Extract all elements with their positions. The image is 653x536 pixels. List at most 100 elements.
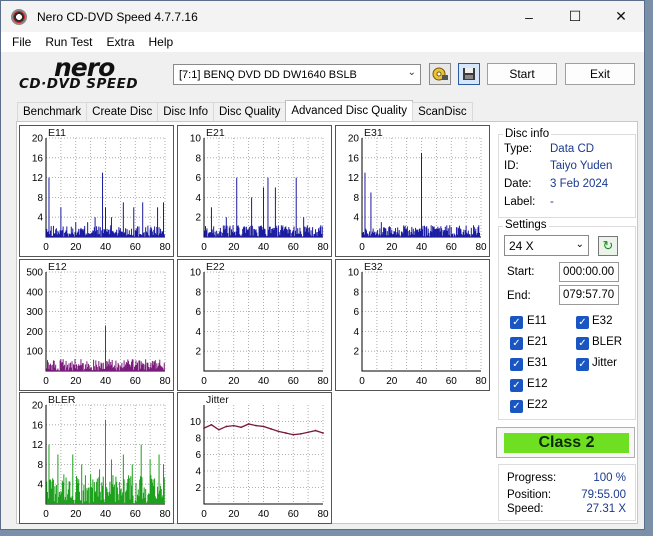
x-tick-label: 60 — [288, 509, 300, 520]
y-tick-label: 10 — [348, 268, 360, 279]
app-window: Nero CD-DVD Speed 4.7.7.16 – ☐ ✕ File Ru… — [0, 0, 645, 530]
y-tick-label: 12 — [32, 173, 44, 184]
y-tick-label: 2 — [353, 347, 359, 358]
drive-select[interactable]: [7:1] BENQ DVD DD DW1640 BSLB ⌄ — [173, 64, 421, 85]
y-tick-label: 2 — [195, 347, 201, 358]
menu-run-test[interactable]: Run Test — [38, 35, 99, 49]
y-tick-label: 300 — [26, 307, 43, 318]
jitter-point — [210, 423, 213, 426]
x-tick-label: 60 — [446, 376, 458, 387]
logo-speed-text: CD·DVD SPEED — [19, 76, 139, 92]
speed-value: 27.31 X — [586, 503, 626, 515]
y-tick-label: 4 — [195, 193, 201, 204]
graph-jitter: 2 4 6 8 10 0 20 40 60 80 Jitter — [177, 392, 332, 524]
graph-e12-plot: 100 200 300 400 500 0 20 40 60 80 — [26, 268, 171, 388]
x-tick-label: 60 — [130, 376, 142, 387]
start-button[interactable]: Start — [487, 63, 557, 85]
x-tick-label: 80 — [159, 509, 171, 520]
menu-help[interactable]: Help — [142, 35, 181, 49]
jitter-point — [247, 423, 250, 425]
x-tick-label: 0 — [201, 376, 207, 387]
x-tick-label: 80 — [159, 242, 171, 253]
graph-bler-plot: 4 8 12 16 20 0 20 40 60 80 — [32, 401, 171, 521]
x-tick-label: 20 — [386, 242, 398, 253]
x-tick-label: 60 — [130, 509, 142, 520]
class-result: Class 2 — [504, 433, 629, 453]
checkbox-bler[interactable]: ✓ — [576, 337, 589, 350]
y-tick-label: 20 — [32, 134, 44, 145]
x-tick-label: 40 — [100, 242, 112, 253]
tab-strip: Benchmark Create Disc Disc Info Disc Qua… — [17, 100, 473, 122]
checkbox-e32[interactable]: ✓ — [576, 316, 589, 329]
eject-button[interactable] — [429, 63, 451, 85]
jitter-point — [217, 428, 220, 431]
x-tick-label: 40 — [258, 242, 270, 253]
graph-e11-title: E11 — [48, 127, 66, 139]
y-tick-label: 12 — [32, 440, 44, 451]
x-tick-label: 80 — [317, 242, 329, 253]
checkbox-e11[interactable]: ✓ — [510, 316, 523, 329]
maximize-icon[interactable]: ☐ — [552, 1, 598, 32]
y-tick-label: 8 — [195, 153, 201, 164]
graph-e31: 4 8 12 16 20 0 20 40 60 80 E31 — [335, 125, 490, 257]
jitter-point — [277, 430, 280, 433]
speed-select[interactable]: 24 X ⌄ — [504, 235, 589, 256]
x-tick-label: 80 — [475, 376, 487, 387]
jitter-point — [240, 426, 243, 429]
jitter-point — [322, 432, 324, 434]
disc-label-value: - — [550, 196, 554, 208]
tab-scandisc[interactable]: ScanDisc — [412, 102, 473, 122]
checkbox-e22[interactable]: ✓ — [510, 400, 523, 413]
minimize-icon[interactable]: – — [506, 1, 552, 32]
y-tick-label: 200 — [26, 327, 43, 338]
menu-file[interactable]: File — [1, 35, 38, 49]
tab-create-disc[interactable]: Create Disc — [86, 102, 159, 122]
date-label: Date: — [504, 178, 532, 190]
y-tick-label: 4 — [195, 467, 201, 478]
chevron-down-icon: ⌄ — [575, 239, 584, 250]
x-tick-label: 0 — [43, 376, 49, 387]
y-tick-label: 2 — [195, 213, 201, 224]
tab-advanced-disc-quality[interactable]: Advanced Disc Quality — [285, 100, 414, 121]
jitter-point — [284, 432, 287, 434]
close-icon[interactable]: ✕ — [598, 1, 644, 32]
menu-extra[interactable]: Extra — [99, 35, 141, 49]
y-tick-label: 8 — [353, 193, 359, 204]
checkbox-e21[interactable]: ✓ — [510, 337, 523, 350]
tab-disc-quality[interactable]: Disc Quality — [213, 102, 287, 122]
y-tick-label: 4 — [353, 213, 359, 224]
x-tick-label: 60 — [288, 376, 300, 387]
graph-jitter-plot: 2 4 6 8 10 0 20 40 60 80 — [190, 405, 329, 520]
x-tick-label: 0 — [43, 242, 49, 253]
x-tick-label: 20 — [70, 376, 82, 387]
tab-benchmark[interactable]: Benchmark — [17, 102, 88, 122]
y-tick-label: 12 — [348, 173, 360, 184]
refresh-button[interactable]: ↻ — [598, 236, 618, 256]
progress-label: Progress: — [507, 472, 557, 484]
y-tick-label: 8 — [195, 287, 201, 298]
end-time-field[interactable]: 079:57.70 — [559, 285, 619, 305]
exit-button[interactable]: Exit — [565, 63, 635, 85]
x-tick-label: 80 — [317, 376, 329, 387]
y-tick-label: 4 — [37, 213, 43, 224]
jitter-point — [262, 425, 265, 428]
graph-e22-title: E22 — [206, 261, 225, 273]
date-value: 3 Feb 2024 — [550, 178, 609, 190]
type-value: Data CD — [550, 143, 595, 155]
graph-e12: 100 200 300 400 500 0 20 40 60 80 E12 — [19, 259, 174, 391]
window-title: Nero CD-DVD Speed 4.7.7.16 — [37, 9, 198, 24]
checkbox-jitter[interactable]: ✓ — [576, 358, 589, 371]
jitter-point — [255, 424, 257, 427]
y-tick-label: 10 — [190, 134, 202, 145]
start-time-field[interactable]: 000:00.00 — [559, 262, 619, 282]
x-tick-label: 80 — [159, 376, 171, 387]
tab-disc-info[interactable]: Disc Info — [157, 102, 214, 122]
save-button[interactable] — [458, 63, 480, 85]
x-tick-label: 40 — [100, 509, 112, 520]
graph-e12-title: E12 — [48, 261, 67, 273]
checkbox-e31[interactable]: ✓ — [510, 358, 523, 371]
checkbox-e12[interactable]: ✓ — [510, 379, 523, 392]
chevron-down-icon: ⌄ — [407, 67, 416, 78]
refresh-icon: ↻ — [602, 238, 614, 253]
x-tick-label: 40 — [258, 509, 270, 520]
